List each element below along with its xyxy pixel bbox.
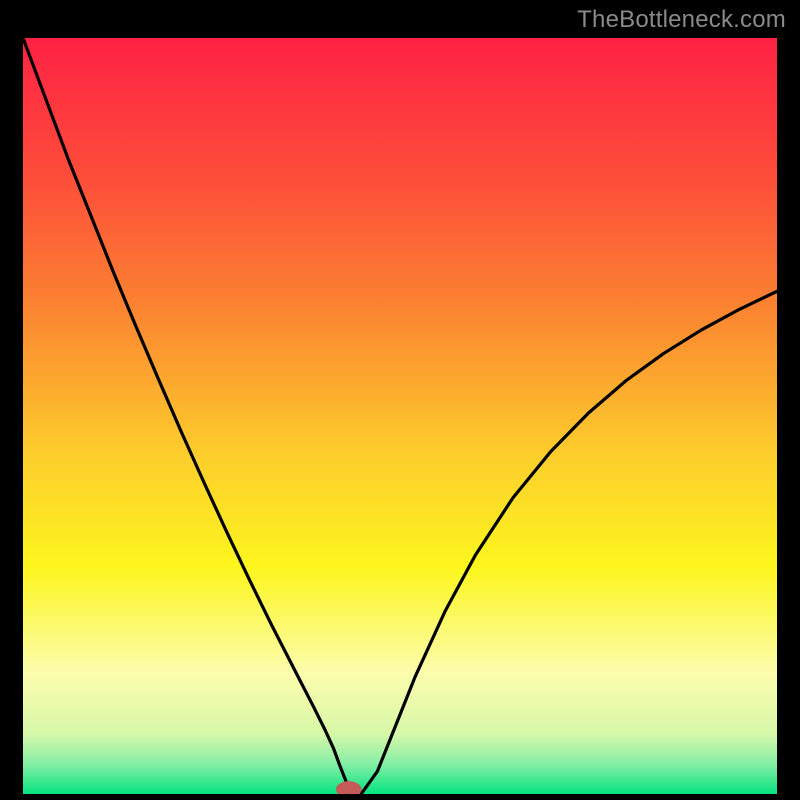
plot-area	[23, 38, 777, 794]
watermark-text: TheBottleneck.com	[577, 6, 786, 34]
chart-frame: TheBottleneck.com	[0, 0, 800, 800]
gradient-background	[23, 38, 777, 794]
chart-svg	[23, 38, 777, 794]
